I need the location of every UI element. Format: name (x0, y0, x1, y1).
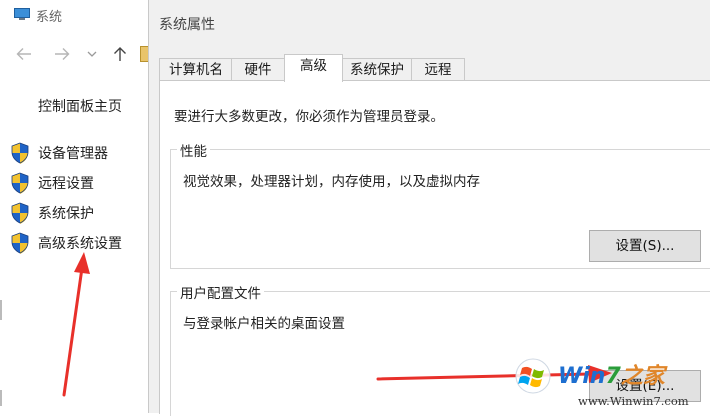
user-profiles-description: 与登录帐户相关的桌面设置 (183, 316, 345, 332)
tab-computer-name[interactable]: 计算机名 (159, 58, 233, 81)
watermark-brand-win: Win (558, 364, 606, 389)
up-arrow-icon[interactable] (110, 44, 130, 64)
tab-remote[interactable]: 远程 (411, 58, 465, 81)
sidebar-item-device-manager[interactable]: 设备管理器 (10, 138, 122, 168)
performance-legend: 性能 (177, 140, 210, 160)
watermark: Win7之家 www.Winwin7.com (510, 352, 710, 413)
sidebar-item-remote-settings[interactable]: 远程设置 (10, 168, 122, 198)
watermark-brand-home: 之家 (620, 364, 665, 389)
sidebar-item-label: 高级系统设置 (38, 236, 122, 252)
tab-system-protection[interactable]: 系统保护 (341, 58, 413, 81)
windows-logo-icon (515, 358, 551, 394)
sidebar-item-label: 远程设置 (38, 176, 94, 192)
sidebar-item-advanced-system-settings[interactable]: 高级系统设置 (10, 228, 122, 258)
uac-shield-icon (11, 172, 29, 194)
system-window-title: 系统 (36, 10, 63, 25)
chevron-down-icon[interactable] (86, 48, 98, 60)
performance-settings-button[interactable]: 设置(S)... (589, 230, 701, 262)
window-edge (0, 390, 2, 406)
back-arrow-icon[interactable] (14, 44, 34, 64)
sidebar-item-label: 系统保护 (38, 206, 94, 222)
user-profiles-legend: 用户配置文件 (177, 282, 264, 302)
uac-shield-icon (11, 232, 29, 254)
uac-shield-icon (11, 142, 29, 164)
system-window: 系统 控制面板主页 设备管理器 远程设置 系统保护 高级系统设置 (0, 0, 151, 413)
performance-group: 性能 视觉效果，处理器计划，内存使用，以及虚拟内存 设置(S)... (170, 140, 710, 269)
forward-arrow-icon[interactable] (52, 44, 72, 64)
tab-advanced[interactable]: 高级 (284, 54, 343, 82)
watermark-url: www.Winwin7.com (578, 394, 689, 408)
system-window-titlebar: 系统 (0, 0, 150, 30)
navigation-bar (0, 38, 151, 72)
system-monitor-icon (14, 8, 30, 20)
tab-hardware[interactable]: 硬件 (231, 58, 285, 81)
dialog-title: 系统属性 (159, 17, 215, 33)
watermark-brand: Win7之家 (558, 358, 665, 390)
window-edge (0, 300, 2, 320)
sidebar-item-label: 设备管理器 (38, 146, 108, 162)
sidebar-item-system-protection[interactable]: 系统保护 (10, 198, 122, 228)
control-panel-home-link[interactable]: 控制面板主页 (38, 96, 122, 116)
watermark-brand-7: 7 (605, 364, 621, 389)
performance-description: 视觉效果，处理器计划，内存使用，以及虚拟内存 (183, 174, 480, 190)
sidebar-list: 设备管理器 远程设置 系统保护 高级系统设置 (10, 138, 122, 258)
uac-shield-icon (11, 202, 29, 224)
admin-note: 要进行大多数更改，你必须作为管理员登录。 (174, 109, 444, 125)
